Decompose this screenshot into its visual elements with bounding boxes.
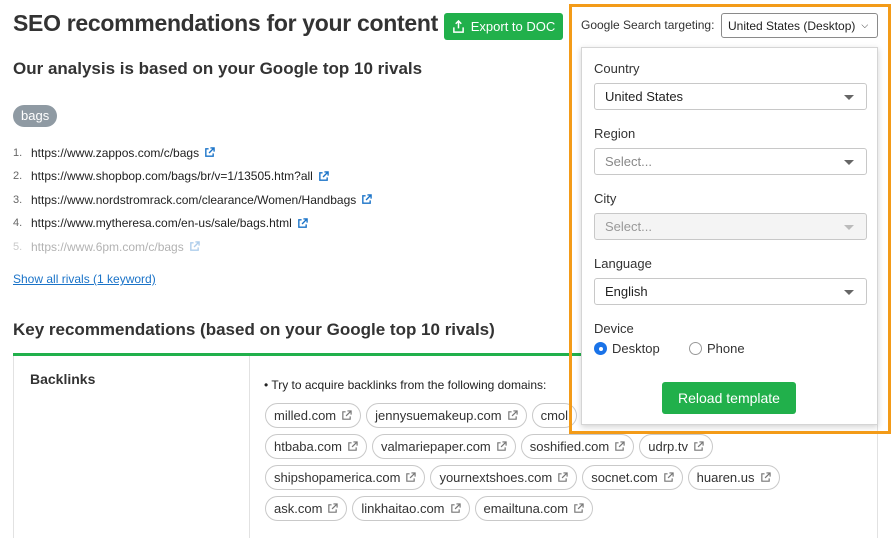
domain-chip[interactable]: milled.com [265,403,362,428]
search-targeting-select[interactable]: United States (Desktop) ⌵ [721,13,878,38]
export-button-label: Export to DOC [470,19,556,34]
external-link-icon [663,472,674,482]
city-label: City [594,191,617,206]
domain-chip[interactable]: cmol [531,403,578,428]
reload-template-button[interactable]: Reload template [662,382,796,414]
rival-item[interactable]: 2. https://www.shopbop.com/bags/br/v=1/1… [13,165,372,189]
domain-chip[interactable]: yournextshoes.com [430,465,578,490]
keyword-badge: bags [13,105,58,127]
key-recommendations-title: Key recommendations (based on your Googl… [13,320,495,339]
device-label: Device [594,321,634,336]
rival-url[interactable]: https://www.shopbop.com/bags/br/v=1/1350… [31,169,313,183]
device-phone-radio[interactable]: Phone [689,341,745,356]
external-link-icon [348,441,358,451]
region-select[interactable]: Select... [594,148,867,175]
radio-unselected-icon [689,342,702,355]
export-icon [452,20,464,33]
radio-selected-icon [594,342,607,355]
rival-item[interactable]: 3. https://www.nordstromrack.com/clearan… [13,188,373,212]
external-link-icon [497,441,507,451]
domain-chip[interactable]: udrp.tv [639,434,713,459]
caret-down-icon [844,160,854,165]
caret-down-icon [844,225,854,230]
domain-chip[interactable]: linkhaitao.com [352,496,470,521]
column-divider [249,356,250,538]
external-link-icon[interactable] [297,217,308,229]
rival-item[interactable]: 5. https://www.6pm.com/c/bags [13,235,372,259]
domain-row: htbaba.com valmariepaper.com soshified.c… [265,434,865,459]
external-link-icon [558,472,568,482]
chevron-down-icon: ⌵ [861,20,869,30]
show-all-rivals-link[interactable]: Show all rivals (1 keyword) [13,272,156,286]
targeting-dropdown-panel: Country United States Region Select... C… [581,47,878,425]
rival-url[interactable]: https://www.mytheresa.com/en-us/sale/bag… [31,216,292,230]
device-radio-group: Desktop Phone [594,341,745,356]
domain-chip[interactable]: jennysuemakeup.com [366,403,527,428]
caret-down-icon [844,290,854,295]
rival-url[interactable]: https://www.zappos.com/c/bags [31,146,199,160]
external-link-icon [760,472,771,482]
page-title: SEO recommendations for your content [13,10,438,36]
rival-item[interactable]: 4. https://www.mytheresa.com/en-us/sale/… [13,212,372,236]
caret-down-icon [844,95,854,100]
language-select[interactable]: English [594,278,867,305]
domain-chip[interactable]: shipshopamerica.com [265,465,426,490]
city-select: Select... [594,213,867,240]
external-link-icon [328,503,339,513]
external-link-icon[interactable] [361,194,373,205]
rival-url[interactable]: https://www.6pm.com/c/bags [31,240,184,254]
domain-chip[interactable]: soshified.com [520,434,635,459]
domain-row: shipshopamerica.com yournextshoes.com so… [265,465,865,490]
country-label: Country [594,61,640,76]
external-link-icon [406,472,417,482]
analysis-subtitle: Our analysis is based on your Google top… [13,59,423,78]
country-select[interactable]: United States [594,83,867,110]
external-link-icon[interactable] [189,241,200,252]
external-link-icon[interactable] [204,147,215,158]
region-label: Region [594,126,636,141]
rival-item[interactable]: 1. https://www.zappos.com/c/bags [13,141,372,165]
domain-chip[interactable]: ask.com [265,496,348,521]
rival-url[interactable]: https://www.nordstromrack.com/clearance/… [31,193,356,207]
export-to-doc-button[interactable]: Export to DOC [444,13,563,40]
domain-row: ask.com linkhaitao.com emailtuna.com [265,496,865,521]
domain-chip[interactable]: valmariepaper.com [371,434,516,459]
domain-chip[interactable]: huaren.us [687,465,780,490]
domain-chip[interactable]: emailtuna.com [474,496,594,521]
external-link-icon [615,441,625,451]
backlinks-label: Backlinks [30,371,96,387]
backlinks-recommendation-text: • Try to acquire backlinks from the foll… [264,378,547,392]
external-link-icon [694,441,704,451]
external-link-icon [342,410,352,420]
external-link-icon [574,503,584,513]
search-targeting-value: United States (Desktop) [728,18,856,33]
domain-chip[interactable]: socnet.com [582,465,683,490]
language-label: Language [594,256,652,271]
external-link-icon [450,503,461,513]
rivals-list: 1. https://www.zappos.com/c/bags 2. http… [13,141,373,259]
device-desktop-radio[interactable]: Desktop [594,341,689,356]
external-link-icon[interactable] [318,170,329,182]
external-link-icon [507,410,518,420]
domain-chip[interactable]: htbaba.com [265,434,367,459]
search-targeting-label: Google Search targeting: [581,18,715,32]
